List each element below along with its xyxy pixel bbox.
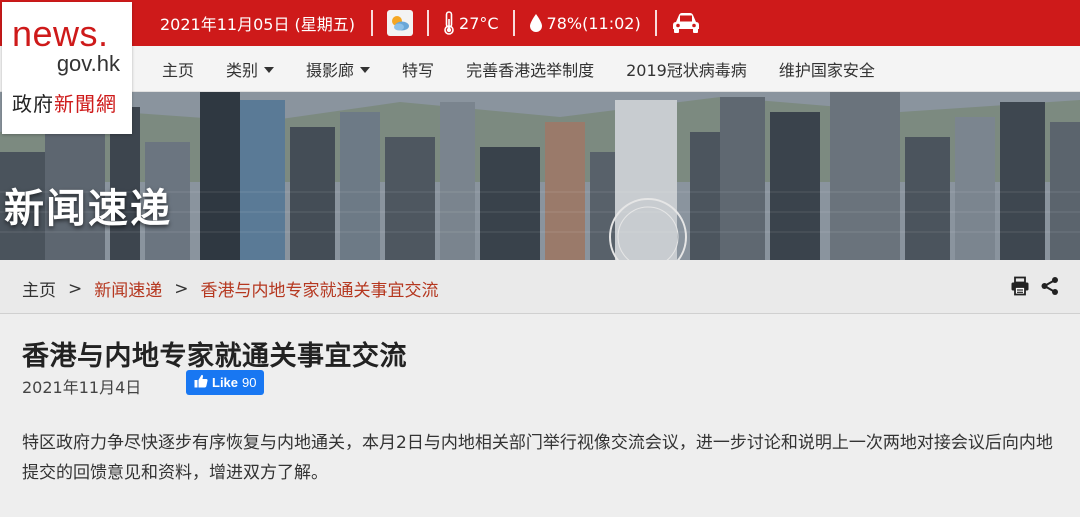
- divider: [427, 10, 430, 36]
- logo-chinese-text: 政府新聞網: [12, 88, 117, 117]
- nav-label: 2019冠状病毒病: [626, 61, 747, 80]
- top-bar-info: 2021年11月05日 (星期五) 27°C 78%(11:02): [160, 0, 701, 46]
- divider: [371, 10, 374, 36]
- hero-title: 新闻速递: [4, 186, 172, 232]
- temperature: 27°C: [459, 13, 499, 33]
- car-icon[interactable]: [671, 12, 701, 34]
- humidity-icon: [529, 13, 543, 33]
- nav-label: 类别: [226, 61, 259, 80]
- nav-label: 主页: [162, 61, 195, 80]
- breadcrumb-separator: >: [68, 278, 83, 299]
- nav-item-features[interactable]: 特写: [402, 57, 434, 81]
- nav-item-electoral-system[interactable]: 完善香港选举制度: [466, 57, 594, 81]
- breadcrumb: 主页 > 新闻速递 > 香港与内地专家就通关事宜交流: [22, 276, 439, 302]
- main-nav-bar: 主页 类别 摄影廊 特写 完善香港选举制度 2019冠状病毒病 维护国家安全: [0, 46, 1080, 92]
- article-tools: [1010, 276, 1060, 300]
- article-date: 2021年11月4日: [22, 378, 142, 397]
- breadcrumb-bar: 主页 > 新闻速递 > 香港与内地专家就通关事宜交流: [0, 260, 1080, 314]
- nav-item-national-security[interactable]: 维护国家安全: [779, 57, 875, 81]
- nav-item-home[interactable]: 主页: [162, 57, 194, 81]
- nav-item-category[interactable]: 类别: [226, 57, 275, 81]
- breadcrumb-home[interactable]: 主页: [22, 276, 56, 301]
- chevron-down-icon: [360, 67, 371, 73]
- main-nav: 主页 类别 摄影廊 特写 完善香港选举制度 2019冠状病毒病 维护国家安全: [162, 46, 907, 92]
- nav-label: 完善香港选举制度: [466, 61, 595, 80]
- like-label: Like: [212, 375, 239, 390]
- logo-gov-text: gov.hk: [56, 51, 120, 76]
- logo-news-text: news.: [12, 13, 109, 54]
- current-date: 2021年11月05日 (星期五): [160, 15, 356, 34]
- nav-label: 摄影廊: [306, 61, 355, 80]
- facebook-like-button[interactable]: Like 90: [186, 370, 265, 395]
- divider: [512, 10, 515, 36]
- share-icon[interactable]: [1040, 276, 1060, 300]
- chevron-down-icon: [264, 67, 275, 73]
- thermometer-icon: [443, 11, 455, 35]
- divider: [654, 10, 657, 36]
- thumbs-up-icon: [194, 374, 208, 391]
- top-bar: 2021年11月05日 (星期五) 27°C 78%(11:02): [0, 0, 1080, 46]
- nav-item-covid19[interactable]: 2019冠状病毒病: [626, 57, 747, 81]
- sun-cloud-icon[interactable]: [387, 10, 414, 36]
- logo-zh-part2: 新聞網: [54, 92, 117, 116]
- site-logo[interactable]: news. gov.hk 政府新聞網: [2, 2, 132, 134]
- nav-label: 特写: [402, 61, 435, 80]
- like-count: 90: [242, 375, 257, 390]
- print-icon[interactable]: [1010, 276, 1030, 300]
- breadcrumb-current[interactable]: 香港与内地专家就通关事宜交流: [201, 276, 439, 301]
- logo-zh-part1: 政府: [12, 92, 54, 116]
- article-body: 特区政府力争尽快逐步有序恢复与内地通关，本月2日与内地相关部门举行视像交流会议，…: [22, 433, 1053, 483]
- nav-item-photo-gallery[interactable]: 摄影廊: [306, 57, 371, 81]
- humidity: 78%(11:02): [546, 13, 641, 33]
- breadcrumb-separator: >: [174, 278, 189, 299]
- breadcrumb-section[interactable]: 新闻速递: [94, 276, 162, 301]
- article-title: 香港与内地专家就通关事宜交流: [22, 341, 407, 372]
- nav-label: 维护国家安全: [778, 61, 875, 80]
